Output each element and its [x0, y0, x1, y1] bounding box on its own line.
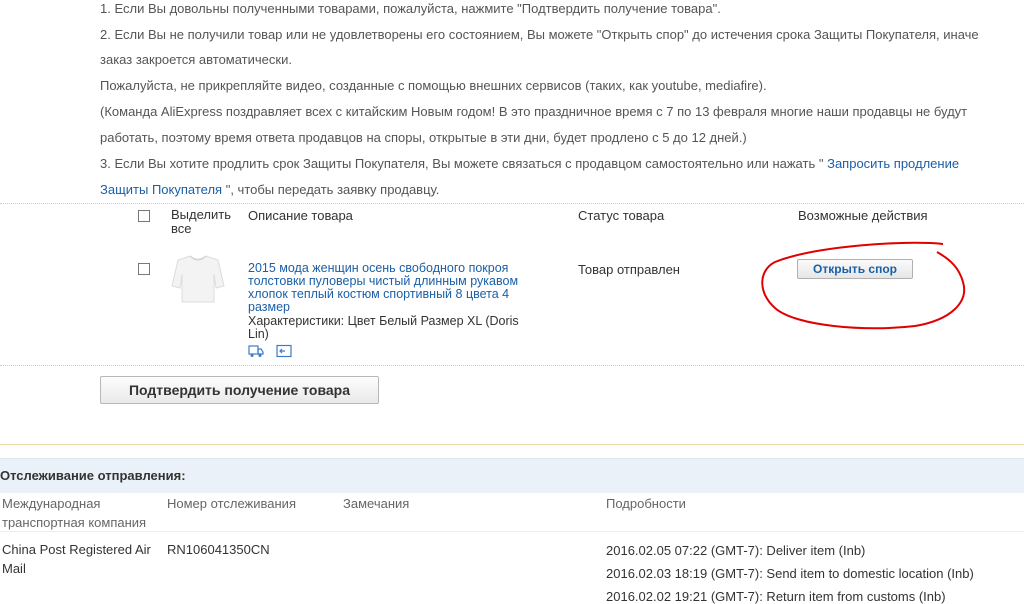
product-title-link[interactable]: 2015 мода женщин осень свободного покроя… — [248, 262, 540, 314]
th-carrier: Международная транспортная компания — [2, 496, 147, 530]
note-holiday: (Команда AliExpress поздравляет всех с к… — [100, 104, 968, 119]
note-video: Пожалуйста, не прикрепляйте видео, созда… — [100, 78, 767, 93]
row-divider — [0, 531, 1024, 532]
tracking-event: 2016.02.02 19:21 (GMT-7): Return item fr… — [606, 589, 946, 604]
tracking-number: RN106041350CN — [167, 542, 270, 557]
item-status: Товар отправлен — [578, 262, 680, 277]
section-divider — [0, 444, 1024, 445]
col-description: Описание товара — [248, 208, 353, 223]
extend-protection-link[interactable]: Запросить продление — [827, 156, 959, 171]
product-thumbnail[interactable] — [168, 250, 228, 306]
note-dispute-cont: заказ закроется автоматически. — [100, 52, 292, 67]
th-remarks: Замечания — [343, 496, 410, 511]
extend-protection-link-cont[interactable]: Защиты Покупателя — [100, 182, 222, 197]
select-all-label: Выделить все — [171, 207, 231, 236]
note-extend-end: ", чтобы передать заявку продавцу. — [225, 182, 440, 197]
note-confirm: 1. Если Вы довольны полученными товарами… — [100, 1, 721, 16]
col-status: Статус товара — [578, 208, 665, 223]
red-annotation-circle — [761, 241, 966, 330]
tracking-title: Отслеживание отправления: — [0, 468, 186, 483]
select-all-checkbox[interactable] — [138, 210, 150, 222]
note-holiday-cont: работать, поэтому время ответа продавцов… — [100, 130, 747, 145]
note-extend-text: 3. Если Вы хотите продлить срок Защиты П… — [100, 156, 824, 171]
carrier-name: China Post Registered Air Mail — [2, 542, 151, 576]
item-checkbox[interactable] — [138, 263, 150, 275]
tracking-event: 2016.02.05 07:22 (GMT-7): Deliver item (… — [606, 543, 866, 558]
confirm-receipt-button[interactable]: Подтвердить получение товара — [100, 376, 379, 404]
note-extend: 3. Если Вы хотите продлить срок Защиты П… — [100, 156, 959, 171]
divider — [0, 203, 1024, 204]
col-actions: Возможные действия — [798, 208, 928, 223]
note-dispute: 2. Если Вы не получили товар или не удов… — [100, 27, 979, 42]
note-extend-cont: Защиты Покупателя ", чтобы передать заяв… — [100, 182, 439, 197]
th-details: Подробности — [606, 496, 686, 511]
tracking-event: 2016.02.03 18:19 (GMT-7): Send item to d… — [606, 566, 974, 581]
product-specs: Характеристики: Цвет Белый Размер XL (Do… — [248, 314, 519, 341]
message-icon[interactable] — [276, 344, 292, 358]
truck-icon[interactable] — [248, 344, 264, 358]
divider — [0, 365, 1024, 366]
th-tracking-number: Номер отслеживания — [167, 496, 296, 511]
